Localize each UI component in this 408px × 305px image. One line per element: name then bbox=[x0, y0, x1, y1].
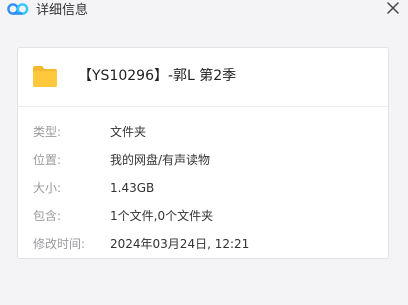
detail-row-contains: 包含: 1个文件,0个文件夹 bbox=[18, 206, 388, 226]
detail-row-modified: 修改时间: 2024年03月24日, 12:21 bbox=[18, 234, 388, 254]
detail-value: 我的网盘/有声读物 bbox=[110, 153, 211, 167]
detail-label: 修改时间: bbox=[33, 237, 86, 251]
detail-value: 2024年03月24日, 12:21 bbox=[110, 237, 250, 251]
folder-icon bbox=[33, 66, 57, 87]
detail-row-size: 大小: 1.43GB bbox=[18, 178, 388, 198]
detail-label: 类型: bbox=[33, 125, 62, 139]
cloud-logo-icon bbox=[7, 3, 29, 15]
details-window: 详细信息 【YS10296】-郭L 第2季 类型: 文件夹 位置: 我的网盘/有… bbox=[0, 0, 408, 305]
detail-label: 位置: bbox=[33, 153, 62, 167]
close-icon[interactable] bbox=[384, 0, 402, 17]
detail-row-type: 类型: 文件夹 bbox=[18, 122, 388, 142]
file-name: 【YS10296】-郭L 第2季 bbox=[78, 68, 237, 84]
file-header: 【YS10296】-郭L 第2季 bbox=[18, 48, 388, 107]
detail-value: 文件夹 bbox=[110, 125, 147, 139]
details-card: 【YS10296】-郭L 第2季 类型: 文件夹 位置: 我的网盘/有声读物 大… bbox=[17, 47, 389, 259]
detail-label: 包含: bbox=[33, 209, 62, 223]
window-title: 详细信息 bbox=[36, 3, 89, 18]
detail-row-location: 位置: 我的网盘/有声读物 bbox=[18, 150, 388, 170]
detail-value: 1.43GB bbox=[110, 181, 155, 195]
detail-value: 1个文件,0个文件夹 bbox=[110, 209, 214, 223]
detail-label: 大小: bbox=[33, 181, 62, 195]
title-bar: 详细信息 bbox=[0, 0, 408, 26]
